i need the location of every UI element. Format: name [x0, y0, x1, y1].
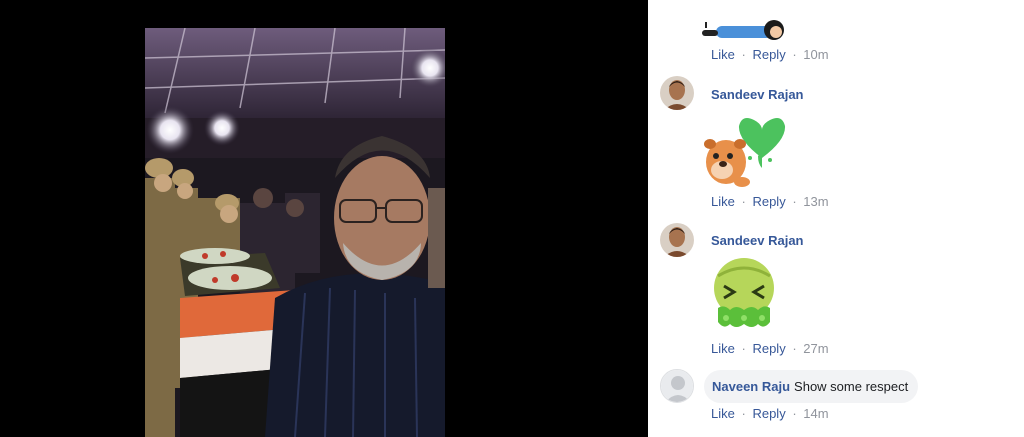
like-link[interactable]: Like: [711, 47, 735, 62]
sticker-vomiting-face: [704, 256, 784, 336]
comment-text: Show some respect: [794, 379, 909, 394]
comment-actions: Like · Reply · 27m: [711, 341, 829, 356]
comment-author[interactable]: Naveen Raju: [712, 379, 790, 394]
comment-actions: Like · Reply · 13m: [711, 194, 829, 209]
viewer-photo: [145, 28, 445, 437]
comment-timestamp[interactable]: 14m: [803, 406, 828, 421]
comment-timestamp[interactable]: 13m: [803, 194, 828, 209]
comment-timestamp[interactable]: 27m: [803, 341, 828, 356]
comments-panel: Like · Reply · 10m Sandeev Rajan Like · …: [648, 0, 1024, 437]
reply-link[interactable]: Reply: [752, 194, 785, 209]
comment-author[interactable]: Sandeev Rajan: [711, 87, 804, 102]
reply-link[interactable]: Reply: [752, 406, 785, 421]
comment-author[interactable]: Sandeev Rajan: [711, 233, 804, 248]
reply-link[interactable]: Reply: [752, 341, 785, 356]
like-link[interactable]: Like: [711, 406, 735, 421]
avatar[interactable]: [660, 223, 694, 257]
comment-timestamp[interactable]: 10m: [803, 47, 828, 62]
sticker-lying-person: [702, 14, 788, 44]
sticker-bear-heart: [702, 112, 792, 192]
comment-bubble: Naveen Raju Show some respect: [704, 370, 919, 403]
avatar[interactable]: [660, 76, 694, 110]
reply-link[interactable]: Reply: [752, 47, 785, 62]
photo-viewer: [0, 0, 648, 437]
like-link[interactable]: Like: [711, 194, 735, 209]
comment-actions: Like · Reply · 10m: [711, 47, 829, 62]
default-avatar-icon[interactable]: [660, 369, 694, 403]
comment-actions: Like · Reply · 14m: [711, 406, 829, 421]
like-link[interactable]: Like: [711, 341, 735, 356]
